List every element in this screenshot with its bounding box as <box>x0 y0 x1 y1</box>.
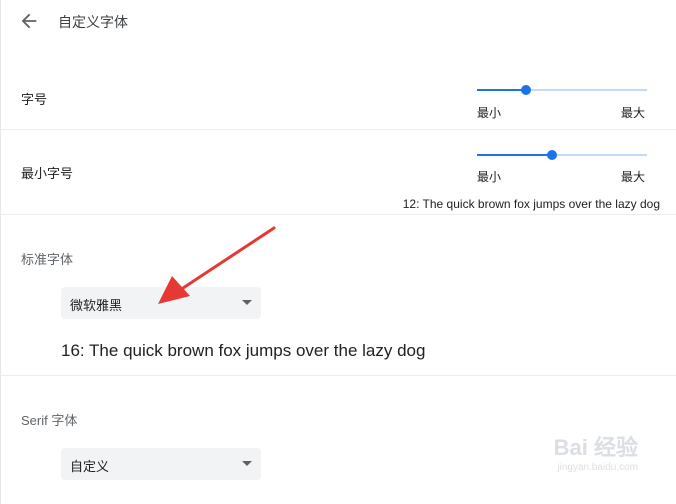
left-border <box>0 0 1 504</box>
serif-font-value: 自定义 <box>70 459 110 474</box>
font-size-max-label: 最大 <box>621 106 646 120</box>
min-font-size-sample: 12: The quick brown fox jumps over the l… <box>402 197 660 211</box>
font-size-label: 字号 <box>21 92 48 107</box>
slider-thumb[interactable] <box>521 85 532 95</box>
back-arrow-icon[interactable] <box>18 10 40 32</box>
standard-font-sample: 16: The quick brown fox jumps over the l… <box>61 341 426 360</box>
serif-font-label: Serif 字体 <box>21 413 78 428</box>
divider <box>0 129 676 130</box>
min-font-size-slider[interactable] <box>477 149 647 161</box>
min-font-size-label: 最小字号 <box>21 166 74 181</box>
page-title: 自定义字体 <box>58 14 128 30</box>
min-font-size-min-label: 最小 <box>477 170 502 184</box>
watermark-text: Bai 经验 <box>553 435 638 460</box>
font-size-min-label: 最小 <box>477 106 502 120</box>
font-size-slider[interactable] <box>477 84 647 96</box>
slider-thumb[interactable] <box>546 150 557 160</box>
slider-fill <box>477 154 552 156</box>
divider <box>0 375 676 376</box>
min-font-size-max-label: 最大 <box>621 170 646 184</box>
standard-font-value: 微软雅黑 <box>70 298 123 313</box>
dropdown-caret-icon <box>242 461 252 466</box>
watermark-subtext: jingyan.baidu.com <box>557 462 638 473</box>
baidu-watermark: Bai 经验 jingyan.baidu.com <box>554 430 638 473</box>
standard-font-label: 标准字体 <box>21 252 74 267</box>
serif-font-select[interactable]: 自定义 <box>61 448 261 480</box>
red-annotation-arrow-icon <box>158 226 276 304</box>
divider <box>0 214 676 215</box>
slider-fill <box>477 89 527 91</box>
